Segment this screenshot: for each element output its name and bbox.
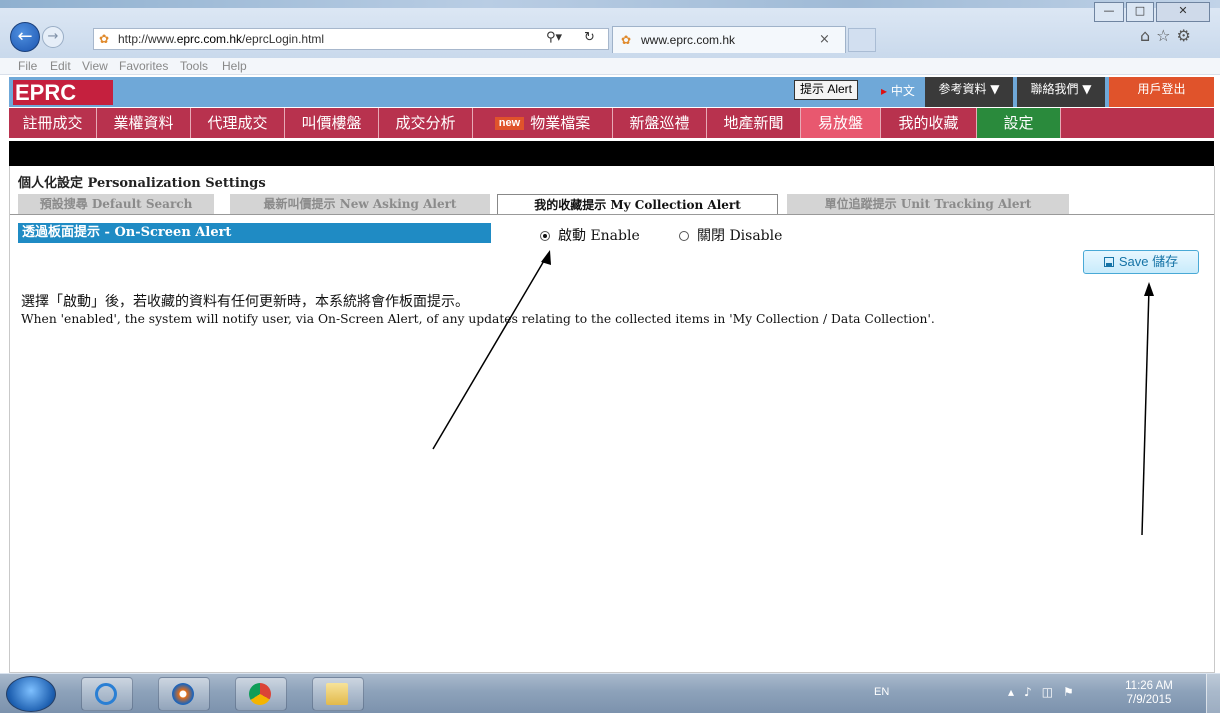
browser-chrome: ← → ✿ http://www.eprc.com.hk/eprcLogin.h… [0,0,1220,58]
chrome-icon[interactable] [235,677,287,711]
menu-help[interactable]: Help [222,59,247,73]
description-en: When 'enabled', the system will notify u… [21,312,935,326]
volume-icon[interactable]: ♪ [1024,685,1042,699]
menu-tools[interactable]: Tools [180,59,208,73]
language-link[interactable]: ▸ 中文 [881,82,915,99]
address-bar[interactable]: ✿ http://www.eprc.com.hk/eprcLogin.html … [93,28,609,50]
home-icon[interactable]: ⌂ [1140,26,1156,45]
top-menu-contact[interactable]: 聯絡我們 ▼ [1017,77,1105,107]
tray-expand-icon[interactable]: ▴ [1008,685,1024,699]
ie-logo-icon [95,683,117,705]
nav-asking-listings[interactable]: 叫價樓盤 [285,108,379,138]
site-header: EPRC 提示 Alert ▸ 中文 参考資料 ▼ 聯絡我們 ▼ 用戶登出 [9,77,1214,107]
tab-divider [10,214,1214,215]
alert-button[interactable]: 提示 Alert [794,80,859,100]
tab-new-asking-alert[interactable]: 最新叫價提示 New Asking Alert [230,194,490,214]
enable-radio-label: 啟動 Enable [558,228,640,244]
menu-file[interactable]: File [18,59,37,73]
nav-property-files-label: 物業檔案 [530,114,591,132]
tab-close-icon[interactable]: × [819,32,830,47]
browser-menubar: File Edit View Favorites Tools Help [0,58,1220,75]
on-screen-alert-label: 透過板面提示 - On-Screen Alert [18,223,491,243]
folder-icon [326,683,348,705]
language-indicator[interactable]: EN [874,686,889,698]
address-text[interactable]: http://www.eprc.com.hk/eprcLogin.html [118,32,324,46]
search-icon[interactable]: ⚲▾ [546,30,562,45]
site-logo[interactable]: EPRC [13,80,113,105]
url-prefix: http://www. [118,32,177,46]
star-icon[interactable]: ☆ [1156,26,1176,45]
main-nav: 註冊成交 業權資料 代理成交 叫價樓盤 成交分析 new 物業檔案 新盤巡禮 地產… [9,108,1214,138]
top-menu-logout[interactable]: 用戶登出 [1109,77,1214,107]
language-arrow-icon: ▸ [881,84,888,98]
save-button-label: Save 儲存 [1118,254,1179,269]
back-icon[interactable]: ← [10,22,40,52]
new-tab-button[interactable] [848,28,876,52]
menu-favorites[interactable]: Favorites [119,59,168,73]
windows-taskbar: EN ▴♪◫⚑ 11:26 AM 7/9/2015 [0,673,1220,713]
enable-radio[interactable]: 啟動 Enable [540,225,640,244]
sub-nav-bar [9,141,1214,166]
forward-icon[interactable]: → [42,26,64,48]
chrome-logo-icon [249,683,271,705]
top-menu-logout-label: 用戶登出 [1137,82,1186,96]
disable-radio-label: 關閉 Disable [697,228,783,244]
tab-title: www.eprc.com.hk [641,33,736,47]
menu-view[interactable]: View [82,59,108,73]
page-favicon-icon: ✿ [99,32,110,46]
url-path: /eprcLogin.html [242,32,325,46]
network-icon[interactable]: ◫ [1042,685,1063,699]
description-zh: 選擇「啟動」後，若收藏的資料有任何更新時，本系統將會作板面提示。 [21,294,469,310]
radio-selected-icon[interactable] [540,231,550,241]
settings-panel: 個人化設定 Personalization Settings 預設搜尋 Defa… [9,166,1215,673]
flag-icon[interactable]: ⚑ [1063,685,1084,699]
title-bar [0,0,1220,8]
save-button[interactable]: Save 儲存 [1083,250,1199,274]
windows-start-icon[interactable] [6,676,56,712]
maximize-icon[interactable]: □ [1126,2,1154,22]
nav-easy-listing[interactable]: 易放盤 [801,108,881,138]
menu-edit[interactable]: Edit [50,59,71,73]
nav-registered-deals[interactable]: 註冊成交 [9,108,97,138]
page-title: 個人化設定 Personalization Settings [18,176,266,191]
top-menu-contact-label: 聯絡我們 ▼ [1030,82,1092,96]
window-controls: — □ ✕ [1094,2,1212,22]
nav-ownership[interactable]: 業權資料 [97,108,191,138]
clock[interactable]: 11:26 AM 7/9/2015 [1118,679,1180,707]
clock-time: 11:26 AM [1125,680,1173,692]
file-explorer-icon[interactable] [312,677,364,711]
internet-explorer-icon[interactable] [81,677,133,711]
nav-settings[interactable]: 設定 [977,108,1061,138]
tab-default-search[interactable]: 預設搜尋 Default Search [18,194,214,214]
url-domain: eprc.com.hk [176,32,243,46]
browser-tab[interactable]: ✿ www.eprc.com.hk × [612,26,846,53]
browser-toolbar-icons: ⌂☆⚙ [1140,26,1197,45]
new-badge: new [494,117,525,130]
gear-icon[interactable]: ⚙ [1177,26,1197,45]
save-icon [1103,257,1114,267]
close-icon[interactable]: ✕ [1156,2,1210,22]
show-desktop-button[interactable] [1206,674,1220,713]
nav-deal-analysis[interactable]: 成交分析 [379,108,473,138]
media-player-icon[interactable] [158,677,210,711]
disable-radio[interactable]: 關閉 Disable [679,225,783,244]
system-tray: ▴♪◫⚑ [1008,685,1084,699]
refresh-icon[interactable]: ↻ [584,30,595,45]
media-logo-icon [172,683,194,705]
tab-unit-tracking-alert[interactable]: 單位追蹤提示 Unit Tracking Alert [787,194,1069,214]
tab-my-collection-alert[interactable]: 我的收藏提示 My Collection Alert [497,194,778,214]
nav-agency-deals[interactable]: 代理成交 [191,108,285,138]
nav-property-files[interactable]: new 物業檔案 [473,108,613,138]
nav-property-news[interactable]: 地產新聞 [707,108,801,138]
top-menu-reference-label: 参考資料 ▼ [938,82,1000,96]
radio-unselected-icon[interactable] [679,231,689,241]
tab-favicon-icon: ✿ [621,33,632,47]
language-label: 中文 [890,84,915,98]
clock-date: 7/9/2015 [1126,694,1172,706]
nav-my-collection[interactable]: 我的收藏 [881,108,977,138]
top-menu-reference[interactable]: 参考資料 ▼ [925,77,1013,107]
nav-new-developments[interactable]: 新盤巡禮 [613,108,707,138]
minimize-icon[interactable]: — [1094,2,1124,22]
